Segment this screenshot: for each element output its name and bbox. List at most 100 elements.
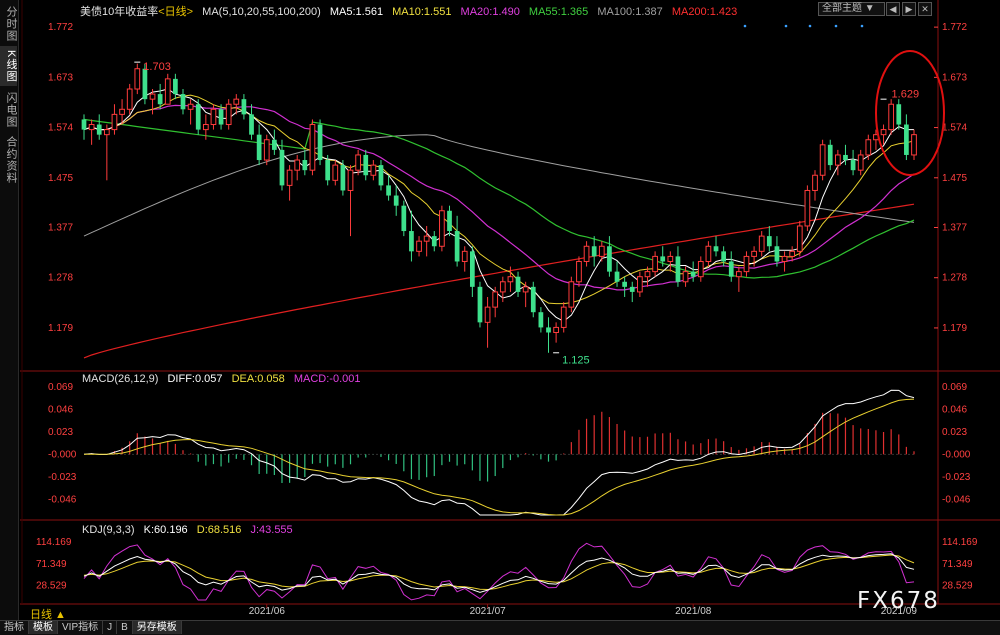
candle-body-up	[705, 245, 712, 262]
candle-body-down	[302, 160, 308, 171]
candle-body-up	[111, 113, 118, 131]
candle-body-up	[126, 88, 133, 110]
candle-body-down	[173, 78, 178, 95]
macd-diff-value: DIFF:0.057	[167, 373, 223, 385]
macd-tick-label-r: -0.046	[942, 494, 971, 505]
candle-body-up	[652, 255, 658, 273]
candle-body-down	[469, 251, 475, 287]
candle-body-up	[804, 189, 811, 227]
kdj-d-value: D:68.516	[196, 524, 242, 536]
event-marker	[808, 24, 812, 28]
candle-body-up	[119, 108, 125, 115]
candle-body-up	[522, 286, 529, 293]
candle-body-up	[682, 271, 689, 283]
ma200-line	[83, 203, 915, 359]
candle-body-down	[447, 210, 452, 232]
tab-save-template[interactable]: 另存模板	[132, 621, 182, 634]
price-tick-label-l: 1.377	[48, 222, 73, 233]
candle-body-down	[766, 236, 772, 247]
candle-body-up	[911, 134, 917, 156]
candle-body-up	[294, 159, 301, 171]
tab-vip-indicators[interactable]: VIP指标	[58, 621, 104, 634]
candle-body-down	[614, 271, 620, 282]
candle-body-up	[286, 169, 293, 186]
close-icon[interactable]: ✕	[918, 2, 932, 16]
candle-body-down	[827, 144, 833, 166]
kdj-tick-label-r: 114.169	[942, 537, 978, 548]
candle-body-up	[644, 271, 651, 278]
candle-body-up	[88, 124, 95, 131]
ma20-line	[83, 104, 915, 291]
event-marker	[784, 24, 788, 28]
ma55-value: MA55:1.365	[528, 6, 589, 18]
kdj-tick-label-l: 71.349	[36, 559, 67, 570]
event-marker	[860, 24, 864, 28]
candle-body-down	[675, 256, 681, 282]
candle-body-down	[249, 114, 254, 135]
candle-body-up	[560, 306, 567, 328]
ma100-value: MA100:1.387	[597, 6, 663, 18]
macd-dea-value: DEA:0.058	[231, 373, 285, 385]
candle-body-up	[637, 276, 643, 293]
tab-b[interactable]: B	[117, 621, 133, 634]
kdj-tick-label-r: 28.529	[942, 581, 973, 592]
macd-tick-label-l: -0.023	[48, 472, 77, 483]
candle-body-down	[340, 165, 346, 191]
macd-settings-label[interactable]: MACD(26,12,9)	[82, 373, 158, 385]
candle-body-up	[888, 103, 895, 131]
macd-tick-label-r: -0.000	[942, 449, 971, 460]
candle-body-up	[233, 98, 240, 105]
highlight-circle	[875, 50, 945, 176]
candle-body-down	[904, 124, 909, 155]
candle-body-up	[332, 164, 339, 181]
candle-body-down	[713, 246, 719, 252]
ma-settings-label[interactable]: MA(5,10,20,55,100,200)	[202, 6, 321, 18]
candle-body-up	[819, 144, 826, 176]
macd-tick-label-l: -0.000	[48, 449, 77, 460]
price-tick-label-l: 1.673	[48, 72, 73, 83]
candle-body-up	[210, 108, 217, 126]
candle-body-down	[431, 236, 437, 247]
candle-body-up	[499, 281, 506, 293]
prev-icon[interactable]: ◀	[886, 2, 900, 16]
macd-legend: MACD(26,12,9) DIFF:0.057 DEA:0.058 MACD:…	[82, 373, 366, 385]
tab-indicators[interactable]: 指标	[0, 621, 29, 634]
candle-body-up	[812, 174, 818, 191]
candle-body-down	[477, 286, 483, 323]
kdj-tick-label-l: 114.169	[36, 537, 72, 548]
ma200-value: MA200:1.423	[671, 6, 738, 18]
candle-body-down	[721, 251, 726, 262]
tab-j[interactable]: J	[103, 621, 118, 634]
theme-select[interactable]: 全部主题 ▼	[818, 2, 885, 16]
next-icon[interactable]: ▶	[902, 2, 916, 16]
kdj-settings-label[interactable]: KDJ(9,3,3)	[82, 524, 135, 536]
kdj-legend: KDJ(9,3,3) K:60.196 D:68.516 J:43.555	[82, 524, 299, 536]
candle-body-down	[774, 246, 780, 262]
candle-body-down	[622, 281, 628, 287]
ma5-value: MA5:1.561	[329, 6, 384, 18]
event-marker	[743, 24, 747, 28]
candle-body-down	[180, 94, 186, 110]
price-tick-label-r: 1.475	[942, 173, 967, 184]
candle-body-up	[309, 124, 316, 171]
candle-body-up	[697, 260, 704, 278]
kdj-j-line	[83, 542, 915, 601]
candle-body-up	[355, 154, 361, 171]
macd-tick-label-l: 0.069	[48, 382, 73, 393]
candle-body-down	[546, 327, 551, 333]
main-legend: 美债10年收益率<日线> MA(5,10,20,55,100,200) MA5:…	[80, 3, 743, 19]
period-tag: <日线>	[158, 6, 194, 18]
price-tick-label-l: 1.475	[48, 173, 73, 184]
candle-body-down	[591, 246, 597, 257]
candle-body-up	[865, 139, 872, 156]
candle-body-up	[743, 255, 750, 273]
price-tick-label-r: 1.772	[942, 22, 967, 33]
candle-body-up	[103, 129, 110, 136]
candle-body-down	[241, 99, 247, 115]
macd-tick-label-r: 0.046	[942, 404, 967, 415]
tab-template[interactable]: 模板	[29, 621, 58, 634]
candle-body-up	[796, 225, 803, 252]
candle-body-up	[492, 291, 499, 308]
price-tick-label-l: 1.574	[48, 123, 73, 134]
candle-body-up	[576, 260, 582, 283]
